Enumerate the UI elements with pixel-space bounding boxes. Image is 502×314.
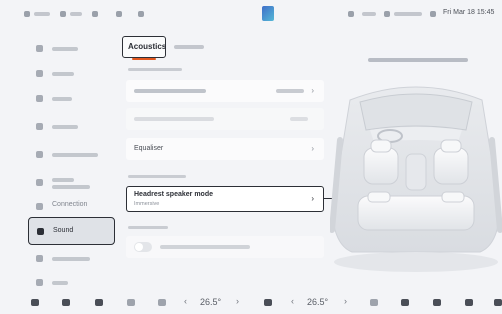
status-text — [394, 12, 422, 16]
sidebar-item-label — [52, 97, 72, 101]
apps-icon[interactable] — [465, 299, 473, 306]
status-text — [70, 12, 82, 16]
seat-icon — [36, 123, 43, 130]
car-visual — [330, 30, 502, 290]
sidebar-item-sound[interactable]: Sound — [28, 217, 115, 245]
chevron-right-icon: › — [311, 86, 314, 95]
grid-icon — [36, 45, 43, 52]
chevron-left-icon[interactable]: ‹ — [291, 296, 294, 306]
section-heading — [128, 175, 186, 178]
display-icon — [36, 95, 43, 102]
sidebar-item-label — [52, 125, 78, 129]
chevron-left-icon[interactable]: ‹ — [184, 296, 187, 306]
sidebar-item-2[interactable] — [28, 61, 116, 87]
sidebar-item-label — [52, 178, 74, 182]
fan-icon[interactable] — [127, 299, 135, 306]
bluetooth-icon — [348, 11, 354, 17]
tab-acoustics[interactable]: Acoustics — [122, 36, 167, 60]
link-icon — [36, 203, 43, 210]
energy-icon — [36, 179, 43, 186]
settings-panel: › Equaliser › Headrest speaker mode Imme… — [126, 62, 324, 290]
settings-row-2 — [126, 108, 324, 130]
status-icon — [384, 11, 390, 17]
shield-icon — [36, 151, 43, 158]
more-icon — [36, 279, 43, 286]
sidebar-item-label — [52, 185, 90, 189]
row-label — [160, 245, 250, 249]
sidebar-item-3[interactable] — [28, 86, 116, 112]
clock-icon — [430, 11, 436, 17]
car-icon[interactable] — [31, 299, 39, 306]
status-icon — [138, 11, 144, 17]
status-text — [34, 12, 50, 16]
status-icon — [24, 11, 30, 17]
status-text — [362, 12, 376, 16]
more-icon[interactable] — [494, 299, 502, 306]
status-icon — [116, 11, 122, 17]
light-icon — [36, 70, 43, 77]
sidebar-item-9[interactable] — [28, 246, 116, 272]
status-icon — [92, 11, 98, 17]
chevron-right-icon[interactable]: › — [236, 296, 239, 306]
headrest-speaker-mode-row[interactable]: Headrest speaker mode Immersive › — [126, 186, 324, 212]
climate-icon[interactable] — [264, 299, 272, 306]
sidebar-item-4[interactable] — [28, 114, 116, 140]
tab-2[interactable] — [174, 45, 204, 49]
sidebar-item-1[interactable] — [28, 36, 116, 62]
toggle-row — [126, 236, 324, 258]
status-bar: Fri Mar 18 15:45 — [0, 0, 502, 28]
temperature-right[interactable]: 26.5° — [307, 297, 328, 307]
sidebar-item-label — [52, 281, 68, 285]
headrest-mode-title: Headrest speaker mode — [134, 191, 213, 198]
section-heading — [128, 226, 168, 229]
section-heading — [128, 68, 182, 71]
temperature-left[interactable]: 26.5° — [200, 297, 221, 307]
equaliser-label: Equaliser — [134, 145, 164, 152]
signal-icon — [60, 11, 66, 17]
chevron-right-icon[interactable]: › — [344, 296, 347, 306]
media-icon[interactable] — [401, 299, 409, 306]
sidebar-item-label: Sound — [53, 227, 74, 234]
car-interior-illustration — [330, 86, 502, 272]
music-icon[interactable] — [433, 299, 441, 306]
sidebar-item-label: Connection — [52, 201, 88, 208]
row-label — [134, 117, 214, 121]
equaliser-row[interactable]: Equaliser › — [126, 138, 324, 160]
sidebar-item-5[interactable] — [28, 142, 116, 168]
sidebar-item-label — [52, 47, 78, 51]
brand-logo-icon — [262, 6, 274, 21]
sidebar-item-label — [52, 257, 90, 261]
settings-row-1[interactable]: › — [126, 80, 324, 102]
speaker-icon — [37, 228, 44, 235]
row-label — [134, 89, 206, 93]
chevron-right-icon: › — [311, 144, 314, 153]
sidebar-item-10[interactable] — [28, 270, 116, 290]
settings-sidebar: Connection Sound — [0, 28, 122, 290]
wiper-icon[interactable] — [370, 299, 378, 306]
tab-label: Acoustics — [128, 42, 167, 51]
sidebar-item-6[interactable] — [28, 170, 116, 196]
assistant-icon — [36, 255, 43, 262]
tab-indicator — [132, 58, 156, 60]
row-value — [290, 117, 308, 121]
settings-tabs: Acoustics — [122, 36, 322, 60]
phone-icon[interactable] — [158, 299, 166, 306]
seat-heat-icon[interactable] — [95, 299, 103, 306]
vehicle-icon[interactable] — [62, 299, 70, 306]
sidebar-item-label — [52, 72, 74, 76]
sidebar-item-label — [52, 153, 98, 157]
status-time: Fri Mar 18 15:45 — [443, 9, 495, 16]
headrest-mode-value: Immersive — [134, 201, 160, 207]
bottom-dock: ‹ 26.5° › ‹ 26.5° › — [0, 290, 502, 314]
toggle-switch[interactable] — [134, 242, 152, 252]
chevron-right-icon: › — [311, 194, 314, 203]
row-value — [276, 89, 304, 93]
brand-label — [368, 58, 468, 62]
